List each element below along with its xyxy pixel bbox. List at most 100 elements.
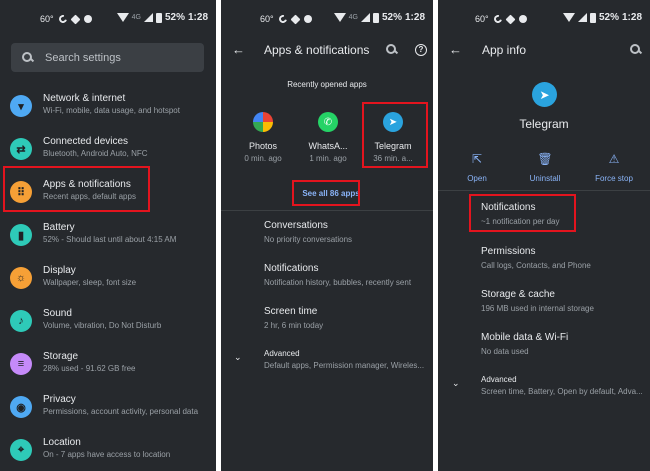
warning-icon: ⚠ [608, 152, 620, 166]
signal-icon [577, 13, 587, 22]
clock: 1:28 [187, 12, 208, 23]
page-title: App info [482, 43, 527, 57]
item-title: Screen time [264, 306, 318, 317]
search-icon[interactable] [630, 44, 641, 58]
action-label: Uninstall [529, 174, 561, 183]
battery-percent: 52% [164, 12, 185, 23]
battery-percent: 52% [381, 12, 402, 23]
notification-icon [70, 14, 81, 24]
settings-item-subtitle: Wallpaper, sleep, font size [43, 278, 137, 287]
settings-item-network-internet[interactable]: ▾ Network & internet Wi-Fi, mobile, data u… [0, 89, 216, 129]
screen-time-item[interactable]: Screen time 2 hr, 6 min today [264, 306, 429, 330]
status-bar: 60° 4G 52% 1:28 [221, 0, 433, 36]
notification-icon [290, 14, 301, 24]
settings-item-privacy[interactable]: ◉ Privacy Permissions, account activity, p… [0, 390, 216, 430]
location-icon: ⌖ [10, 439, 32, 461]
item-title: Mobile data & Wi-Fi [481, 332, 569, 343]
moon-icon [492, 13, 504, 25]
settings-item-subtitle: 52% - Should last until about 4:15 AM [43, 235, 177, 244]
item-subtitle: Call logs, Contacts, and Phone [481, 261, 591, 270]
trash-icon: 🗑 [537, 152, 553, 166]
item-subtitle: Default apps, Permission manager, Wirele… [264, 361, 425, 370]
settings-item-subtitle: Wi-Fi, mobile, data usage, and hotspot [43, 106, 180, 115]
devices-icon: ⇄ [10, 138, 32, 160]
app-name: WhatsA... [308, 141, 348, 151]
settings-item-sound[interactable]: ♪ Sound Volume, vibration, Do Not Disturb [0, 304, 216, 344]
conversations-item[interactable]: Conversations No priority conversations [264, 220, 429, 244]
wifi-icon [562, 13, 575, 22]
open-button[interactable]: ⇱ Open [447, 152, 507, 183]
temperature-text: 60° [475, 14, 489, 24]
action-label: Force stop [595, 174, 633, 183]
status-bar: 60° 4G 52% 1:28 [0, 0, 216, 36]
moon-icon [57, 13, 69, 25]
settings-item-subtitle: Bluetooth, Android Auto, NFC [43, 149, 148, 158]
settings-item-storage[interactable]: ≡ Storage 28% used - 91.62 GB free [0, 347, 216, 387]
settings-item-title: Sound [43, 308, 72, 319]
item-subtitle: No priority conversations [264, 235, 353, 244]
advanced-item[interactable]: Advanced Screen time, Battery, Open by d… [481, 375, 646, 396]
highlight-see-all [292, 180, 360, 206]
settings-item-battery[interactable]: ▮ Battery 52% - Should last until about 4:… [0, 218, 216, 258]
privacy-icon: ◉ [10, 396, 32, 418]
uninstall-button[interactable]: 🗑 Uninstall [515, 152, 575, 183]
item-title: Advanced [481, 375, 517, 384]
moon-icon [277, 13, 289, 25]
item-subtitle: No data used [481, 347, 529, 356]
storage-cache-item[interactable]: Storage & cache 196 MB used in internal … [481, 289, 646, 313]
item-title: Storage & cache [481, 289, 555, 300]
item-subtitle: 196 MB used in internal storage [481, 304, 594, 313]
advanced-item[interactable]: Advanced Default apps, Permission manage… [264, 349, 429, 370]
settings-item-title: Network & internet [43, 93, 126, 104]
settings-item-display[interactable]: ☼ Display Wallpaper, sleep, font size [0, 261, 216, 301]
battery-icon: ▮ [10, 224, 32, 246]
search-icon[interactable] [386, 44, 397, 58]
notification-dot-icon [518, 15, 527, 23]
chevron-down-icon: ⌄ [452, 378, 460, 388]
item-title: Permissions [481, 246, 536, 257]
notifications-item[interactable]: Notifications Notification history, bubb… [264, 263, 429, 287]
mobile-data-item[interactable]: Mobile data & Wi-Fi No data used [481, 332, 646, 356]
force-stop-button[interactable]: ⚠ Force stop [584, 152, 644, 183]
settings-item-title: Connected devices [43, 136, 129, 147]
wifi-icon [333, 13, 346, 22]
network-type: 4G [131, 14, 141, 21]
app-bar: ← Apps & notifications ? [221, 36, 433, 64]
chevron-down-icon: ⌄ [234, 352, 242, 362]
clock: 1:28 [404, 12, 425, 23]
item-title: Notifications [264, 263, 319, 274]
photos-icon [253, 112, 273, 132]
storage-icon: ≡ [10, 353, 32, 375]
divider [438, 190, 650, 191]
item-title: Conversations [264, 220, 328, 231]
search-settings-bar[interactable]: Search settings [11, 43, 204, 72]
app-name-title: Telegram [519, 117, 569, 131]
app-name: Photos [248, 141, 278, 151]
sound-icon: ♪ [10, 310, 32, 332]
settings-item-location[interactable]: ⌖ Location On - 7 apps have access to loca… [0, 433, 216, 471]
search-icon [22, 52, 33, 63]
permissions-item[interactable]: Permissions Call logs, Contacts, and Pho… [481, 246, 646, 270]
highlight-apps-notifications [3, 166, 150, 212]
action-label: Open [467, 174, 487, 183]
battery-status-icon [155, 12, 162, 23]
app-bar: ← App info [438, 36, 650, 64]
back-arrow-icon[interactable]: ← [232, 43, 245, 56]
back-arrow-icon[interactable]: ← [449, 43, 462, 56]
recent-app-photos[interactable]: Photos 0 min. ago [235, 112, 291, 163]
notification-dot-icon [83, 15, 92, 23]
page-title: Apps & notifications [264, 43, 370, 57]
settings-item-title: Storage [43, 351, 79, 362]
recent-apps-label: Recently opened apps [287, 80, 367, 89]
display-icon: ☼ [10, 267, 32, 289]
help-icon[interactable]: ? [415, 44, 427, 56]
item-subtitle: 2 hr, 6 min today [264, 321, 324, 330]
app-time: 1 min. ago [309, 154, 347, 163]
telegram-app-icon: ➤ [532, 82, 557, 107]
settings-item-subtitle: On - 7 apps have access to location [43, 450, 171, 459]
search-placeholder: Search settings [45, 51, 121, 64]
temperature-text: 60° [260, 14, 274, 24]
notification-dot-icon [303, 15, 312, 23]
notification-icon [505, 14, 516, 24]
recent-app-whatsapp[interactable]: ✆ WhatsA... 1 min. ago [300, 112, 356, 163]
